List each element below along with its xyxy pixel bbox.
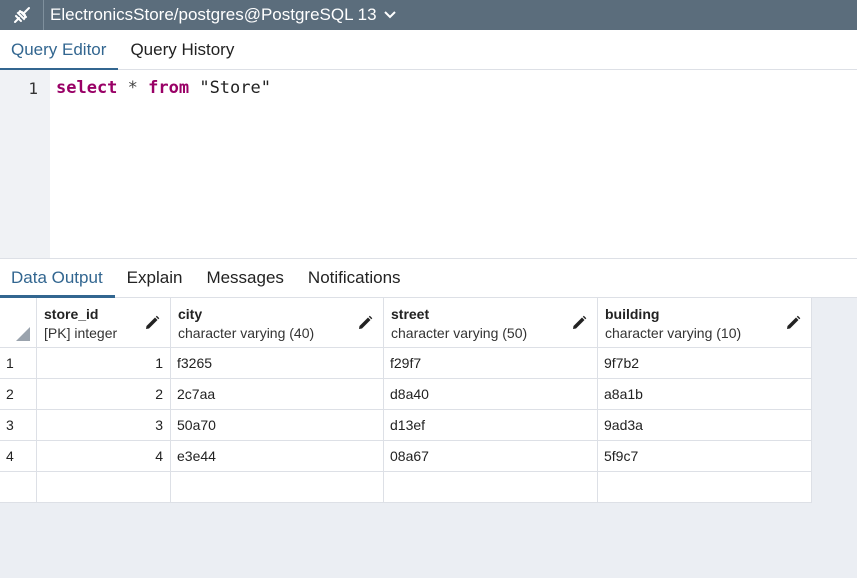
pencil-icon[interactable] [785,315,801,331]
cell-store-id[interactable]: 1 [37,348,171,379]
cell-store-id[interactable]: 3 [37,410,171,441]
column-name: city [178,306,203,322]
corner-triangle-icon [16,327,30,341]
row-number[interactable]: 4 [0,441,37,472]
cell-store-id[interactable]: 4 [37,441,171,472]
cell-street[interactable]: d13ef [384,410,598,441]
cell-street[interactable]: f29f7 [384,348,598,379]
table-row[interactable]: 2 2 2c7aa d8a40 a8a1b [0,379,812,410]
cell-city[interactable]: f3265 [171,348,384,379]
new-row[interactable] [0,472,812,503]
select-all-corner[interactable] [0,298,37,348]
cell-building[interactable]: 9f7b2 [598,348,812,379]
pencil-icon[interactable] [357,315,373,331]
query-editor[interactable]: 1 select * from "Store" [0,70,857,258]
cell-city[interactable]: 2c7aa [171,379,384,410]
cell-building[interactable]: 9ad3a [598,410,812,441]
tab-data-output[interactable]: Data Output [0,259,115,298]
output-tab-bar: Data Output Explain Messages Notificatio… [0,258,857,298]
column-header-store-id[interactable]: store_id [PK] integer [37,298,171,348]
column-header-street[interactable]: street character varying (50) [384,298,598,348]
sql-keyword-from: from [148,78,190,98]
tab-query-editor[interactable]: Query Editor [0,30,119,71]
column-type: character varying (50) [391,325,528,341]
cell-street[interactable]: d8a40 [384,379,598,410]
cell-store-id[interactable]: 2 [37,379,171,410]
column-header-city[interactable]: city character varying (40) [171,298,384,348]
cell-street-empty[interactable] [384,472,598,503]
cell-city-empty[interactable] [171,472,384,503]
sql-table-name: "Store" [189,78,271,98]
column-name: building [605,306,660,322]
table-row[interactable]: 1 1 f3265 f29f7 9f7b2 [0,348,812,379]
result-grid: store_id [PK] integer city character var… [0,298,812,503]
row-number[interactable]: 2 [0,379,37,410]
cell-street[interactable]: 08a67 [384,441,598,472]
cell-city[interactable]: 50a70 [171,410,384,441]
column-type: character varying (40) [178,325,315,341]
cell-store-id-empty[interactable] [37,472,171,503]
cell-city[interactable]: e3e44 [171,441,384,472]
sql-code-line[interactable]: select * from "Store" [56,78,271,98]
column-name: street [391,306,430,322]
connection-bar: ElectronicsStore/postgres@PostgreSQL 13 [0,0,857,30]
connection-icon[interactable] [0,0,44,30]
cell-building[interactable]: 5f9c7 [598,441,812,472]
plug-connected-icon [13,7,30,23]
sql-star: * [117,78,149,98]
sql-keyword-select: select [56,78,118,98]
chevron-down-icon [383,11,396,19]
tab-notifications[interactable]: Notifications [296,259,413,297]
table-row[interactable]: 4 4 e3e44 08a67 5f9c7 [0,441,812,472]
grid-header-row: store_id [PK] integer city character var… [0,298,812,348]
pencil-icon[interactable] [144,315,160,331]
cell-building-empty[interactable] [598,472,812,503]
tab-query-history[interactable]: Query History [118,30,246,70]
editor-tab-bar: Query Editor Query History [0,30,857,71]
pencil-icon[interactable] [571,315,587,331]
row-number[interactable]: 1 [0,348,37,379]
cell-building[interactable]: a8a1b [598,379,812,410]
column-header-building[interactable]: building character varying (10) [598,298,812,348]
table-row[interactable]: 3 3 50a70 d13ef 9ad3a [0,410,812,441]
column-type: character varying (10) [605,325,742,341]
connection-selector[interactable]: ElectronicsStore/postgres@PostgreSQL 13 [44,5,396,25]
tab-messages[interactable]: Messages [194,259,295,297]
tab-explain[interactable]: Explain [115,259,195,297]
row-number-empty[interactable] [0,472,37,503]
line-number: 1 [28,79,38,98]
connection-title: ElectronicsStore/postgres@PostgreSQL 13 [50,5,377,24]
line-gutter: 1 [0,70,50,258]
row-number[interactable]: 3 [0,410,37,441]
